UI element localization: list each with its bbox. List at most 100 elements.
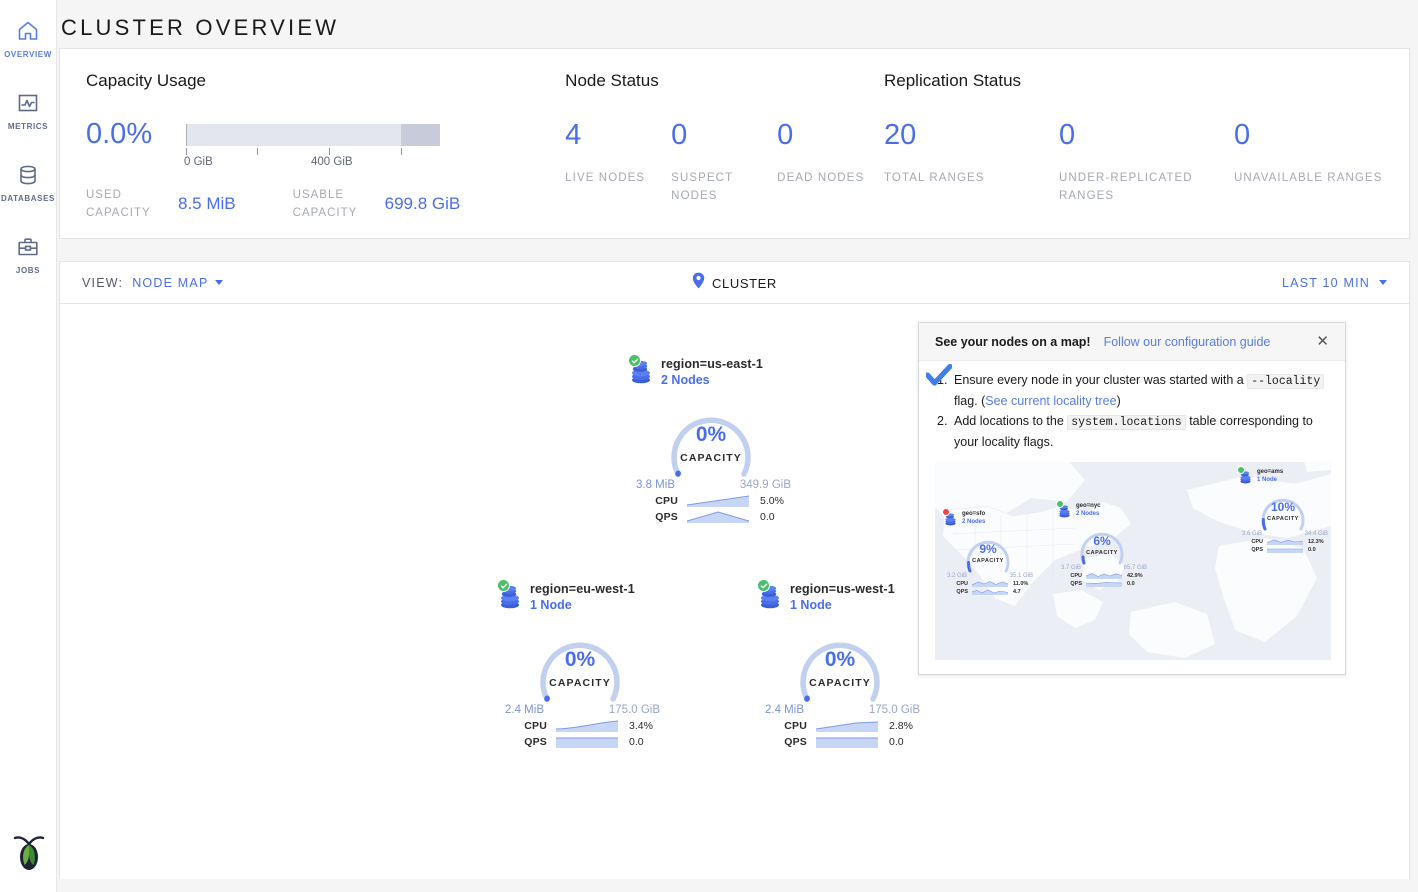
locality-tree-link[interactable]: See current locality tree	[985, 394, 1116, 408]
replication-status-section: Replication Status 20 TOTAL RANGES 0 UND…	[884, 71, 1409, 238]
cpu-sparkline	[816, 719, 878, 732]
capacity-bar-free	[401, 124, 440, 146]
cpu-metric-row: CPU 12.3%	[1248, 538, 1331, 545]
gauge-caption: CAPACITY	[959, 558, 1017, 564]
node-group-icon	[1238, 468, 1253, 485]
qps-value: 0.0	[889, 736, 904, 748]
capacity-usage-section: Capacity Usage 0.0% 0 GiB 400 Gi	[60, 71, 565, 238]
sidebar-item-label: OVERVIEW	[4, 50, 52, 59]
section-title: Replication Status	[884, 71, 1409, 91]
status-badge-healthy	[497, 579, 510, 592]
usable-capacity-value: 699.8 GiB	[385, 194, 461, 214]
capacity-gauge: 9% CAPACITY	[959, 531, 1017, 573]
tick-label: 400 GiB	[311, 156, 353, 168]
stat-live-nodes: 4 LIVE NODES	[565, 119, 671, 205]
stat-total-ranges: 20 TOTAL RANGES	[884, 119, 1059, 205]
node-group-count: 1 Node	[1257, 476, 1283, 484]
sidebar-item-label: METRICS	[8, 122, 48, 131]
node-map-toolbar: VIEW: NODE MAP CLUSTER	[60, 262, 1409, 304]
sidebar-item-label: JOBS	[16, 266, 40, 275]
cpu-label: CPU	[777, 720, 807, 732]
node-group-name: region=us-west-1	[790, 581, 895, 597]
capacity-gauge: 0% CAPACITY	[527, 625, 633, 703]
qps-label: QPS	[953, 589, 968, 595]
cpu-metric-row: CPU 2.8%	[777, 719, 927, 732]
gauge-percent: 0%	[787, 648, 893, 672]
sidebar-item-overview[interactable]: OVERVIEW	[0, 0, 57, 72]
node-used-capacity: 2.4 MiB	[505, 704, 544, 716]
step1-text-a: Ensure every node in your cluster was st…	[954, 373, 1244, 387]
breadcrumb-label: CLUSTER	[712, 276, 777, 291]
configuration-guide-link[interactable]: Follow our configuration guide	[1104, 335, 1271, 349]
node-group-us-east-1[interactable]: region=us-east-1 2 Nodes 0% CAPACITY	[628, 356, 828, 523]
app-root: OVERVIEW METRICS DATABASES	[0, 0, 1418, 892]
node-total-capacity: 175.0 GiB	[869, 704, 920, 716]
node-group-count: 2 Nodes	[962, 518, 985, 526]
status-badge-healthy	[628, 354, 641, 367]
qps-value: 0.0	[760, 511, 775, 523]
sidebar-item-databases[interactable]: DATABASES	[0, 144, 57, 216]
cockroach-logo[interactable]	[0, 832, 57, 874]
chevron-down-icon	[1379, 280, 1387, 285]
time-range-dropdown[interactable]: LAST 10 MIN	[1282, 276, 1387, 290]
map-preview-node-sfo: geo=sfo 2 Nodes 9%	[943, 510, 1037, 595]
section-title: Node Status	[565, 71, 884, 91]
qps-value: 0.0	[629, 736, 644, 748]
gauge-caption: CAPACITY	[658, 452, 764, 464]
step1-text-b: flag. (	[954, 394, 985, 408]
stat-under-replicated-ranges: 0 UNDER-REPLICATED RANGES	[1059, 119, 1234, 205]
map-pin-icon	[692, 272, 705, 294]
sidebar-item-label: DATABASES	[1, 194, 55, 203]
node-group-eu-west-1[interactable]: region=eu-west-1 1 Node 0% CAPACITY 2	[497, 581, 697, 748]
capacity-bar-ticks	[186, 146, 440, 156]
popover-body: Ensure every node in your cluster was st…	[919, 361, 1345, 660]
popover-step-1: Ensure every node in your cluster was st…	[935, 371, 1329, 410]
stat-value: 4	[565, 119, 671, 151]
cpu-value: 11.0%	[1013, 581, 1028, 587]
cpu-label: CPU	[1067, 573, 1082, 579]
used-capacity-label: USED CAPACITY	[86, 186, 170, 222]
sidebar: OVERVIEW METRICS DATABASES	[0, 0, 57, 892]
node-map-info-popover: See your nodes on a map! Follow our conf…	[918, 322, 1346, 675]
gauge-caption: CAPACITY	[1073, 550, 1131, 556]
node-used-capacity: 3.2 GiB	[947, 573, 967, 579]
capacity-gauge: 0% CAPACITY	[787, 625, 893, 703]
popover-step-2: Add locations to the system.locations ta…	[935, 412, 1329, 451]
gauge-caption: CAPACITY	[787, 677, 893, 689]
cpu-metric-row: CPU 5.0%	[648, 494, 798, 507]
status-badge-healthy	[757, 579, 770, 592]
cpu-sparkline	[972, 580, 1008, 587]
cpu-sparkline	[556, 719, 618, 732]
stat-label: UNDER-REPLICATED RANGES	[1059, 169, 1234, 205]
cpu-value: 2.8%	[889, 720, 913, 732]
sidebar-item-metrics[interactable]: METRICS	[0, 72, 57, 144]
node-group-count: 1 Node	[790, 597, 895, 613]
chevron-down-icon	[215, 280, 223, 285]
gauge-caption: CAPACITY	[527, 677, 633, 689]
qps-metric-row: QPS 0.0	[1067, 580, 1151, 587]
stat-label: LIVE NODES	[565, 169, 671, 187]
cpu-label: CPU	[1248, 539, 1263, 545]
stat-label: DEAD NODES	[777, 169, 883, 187]
node-group-count: 2 Nodes	[661, 372, 763, 388]
breadcrumb: CLUSTER	[60, 262, 1409, 304]
capacity-gauge: 0% CAPACITY	[658, 400, 764, 478]
view-dropdown[interactable]: NODE MAP	[132, 276, 223, 290]
qps-label: QPS	[517, 736, 547, 748]
close-icon[interactable]: ✕	[1314, 332, 1331, 351]
cpu-sparkline	[1086, 572, 1122, 579]
qps-sparkline	[816, 735, 878, 748]
cpu-label: CPU	[517, 720, 547, 732]
status-badge-healthy	[1237, 466, 1245, 474]
stat-label: SUSPECT NODES	[671, 169, 777, 205]
map-preview-node-nyc: geo=nyc 2 Nodes 6%	[1057, 502, 1151, 587]
node-used-capacity: 2.4 MiB	[765, 704, 804, 716]
node-map-card: VIEW: NODE MAP CLUSTER	[59, 261, 1410, 879]
blue-check-icon	[926, 364, 952, 393]
usable-capacity-label: USABLE CAPACITY	[293, 186, 377, 222]
qps-metric-row: QPS 0.0	[517, 735, 667, 748]
capacity-percent: 0.0%	[86, 119, 186, 149]
view-label: VIEW:	[82, 276, 123, 290]
sidebar-item-jobs[interactable]: JOBS	[0, 216, 57, 288]
node-total-capacity: 65.7 GiB	[1124, 565, 1147, 571]
